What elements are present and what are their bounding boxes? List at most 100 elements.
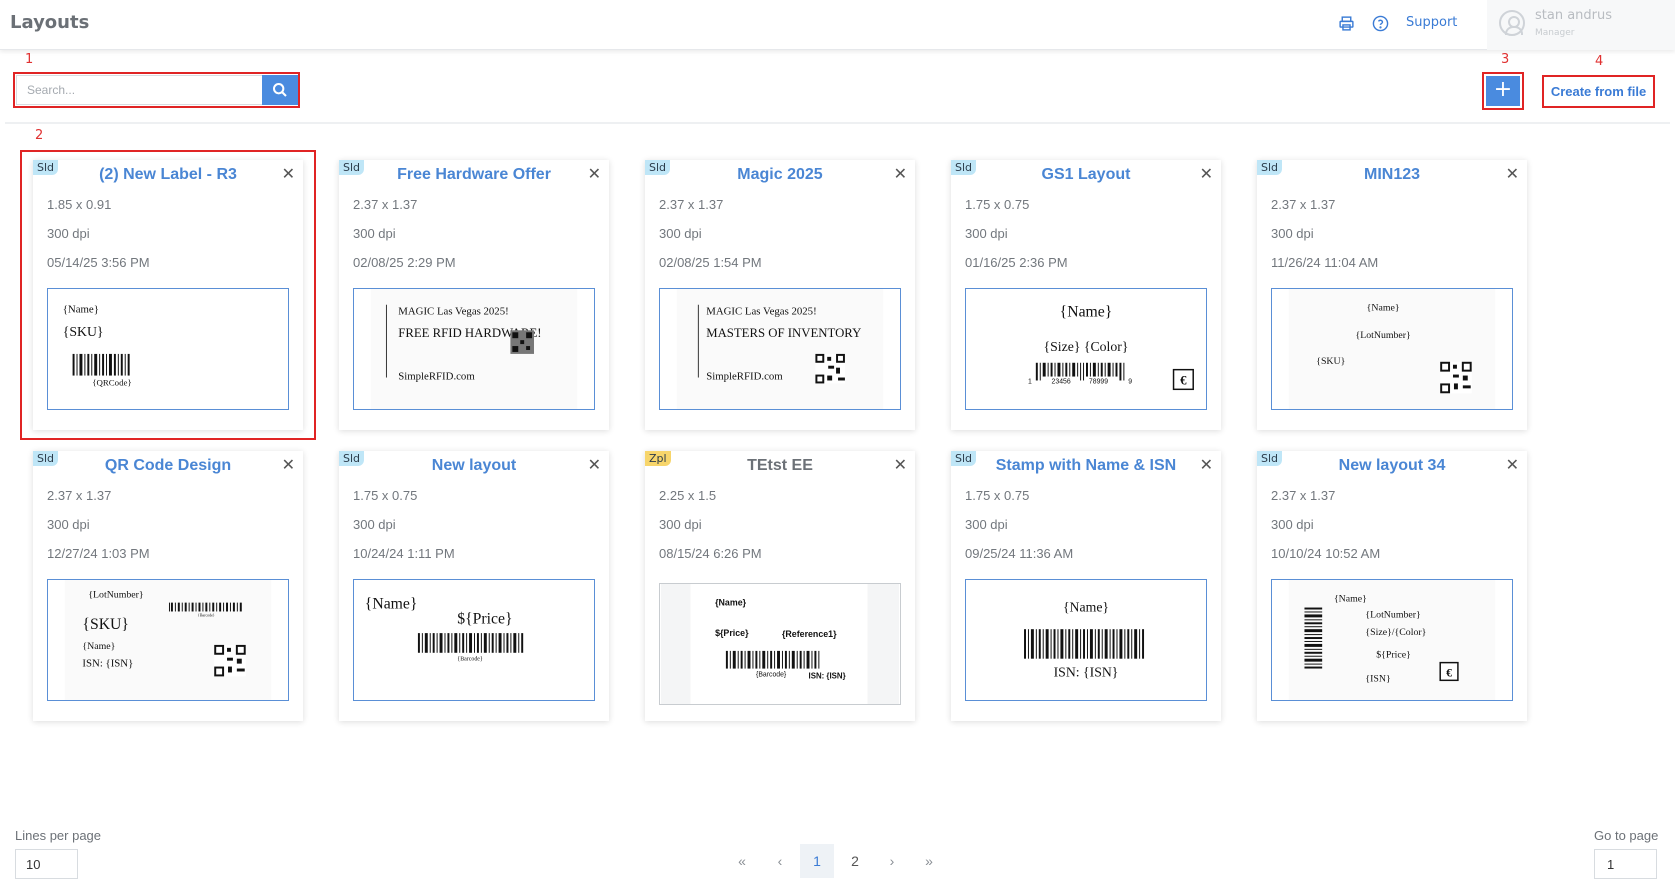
preview-text: {Name} xyxy=(82,641,115,652)
card-title[interactable]: Free Hardware Offer xyxy=(369,166,579,184)
barcode-graphic xyxy=(1024,629,1145,659)
card-size: 2.37 x 1.37 xyxy=(1271,488,1336,503)
preview-text: {LotNumber} xyxy=(88,590,143,601)
annotation-1: 1 xyxy=(25,52,34,67)
last-page-button[interactable]: » xyxy=(917,844,941,878)
close-icon[interactable]: ✕ xyxy=(1506,164,1519,183)
label-preview: {Name} ISN: {ISN} xyxy=(965,579,1207,701)
help-circle-icon[interactable] xyxy=(1372,15,1390,33)
close-icon[interactable]: ✕ xyxy=(282,455,295,474)
card-title[interactable]: GS1 Layout xyxy=(981,166,1191,184)
preview-text: 78999 xyxy=(1089,378,1108,385)
layout-card[interactable]: Sld GS1 Layout ✕ 1.75 x 0.75 300 dpi 01/… xyxy=(951,160,1221,430)
layout-card[interactable]: Zpl TEtst EE ✕ 2.25 x 1.5 300 dpi 08/15/… xyxy=(645,451,915,721)
toolbar-divider xyxy=(5,122,1670,124)
user-menu[interactable]: stan andrus Manager xyxy=(1487,0,1675,50)
preview-text: {Name} xyxy=(365,596,418,613)
go-to-page-label: Go to page xyxy=(1594,828,1659,843)
support-link[interactable]: Support xyxy=(1406,15,1457,30)
card-dpi: 300 dpi xyxy=(47,226,90,241)
card-dpi: 300 dpi xyxy=(1271,226,1314,241)
preview-text: {SKU} xyxy=(63,324,104,339)
label-preview: {Name} {Size} {Color} 1 23456 78999 9 € xyxy=(965,288,1207,410)
close-icon[interactable]: ✕ xyxy=(282,164,295,183)
layout-card[interactable]: Sld MIN123 ✕ 2.37 x 1.37 300 dpi 11/26/2… xyxy=(1257,160,1527,430)
close-icon[interactable]: ✕ xyxy=(1200,455,1213,474)
close-icon[interactable]: ✕ xyxy=(1506,455,1519,474)
preview-text: {Barcode} xyxy=(756,671,787,678)
lines-per-page-input[interactable] xyxy=(15,849,78,879)
card-date: 01/16/25 2:36 PM xyxy=(965,255,1068,270)
preview-text: 9 xyxy=(1128,378,1132,385)
qr-code-graphic xyxy=(214,644,246,677)
page-title: Layouts xyxy=(10,12,90,33)
card-date: 10/24/24 1:11 PM xyxy=(353,546,455,561)
layout-card[interactable]: Sld Free Hardware Offer ✕ 2.37 x 1.37 30… xyxy=(339,160,609,430)
preview-text: 1 xyxy=(1028,378,1032,385)
annotation-2: 2 xyxy=(35,128,44,143)
add-layout-button[interactable]: + xyxy=(1486,76,1520,106)
preview-text: ${Price} xyxy=(457,610,512,627)
close-icon[interactable]: ✕ xyxy=(588,455,601,474)
epc-logo-icon: € xyxy=(1172,368,1194,391)
preview-text: {LotNumber} xyxy=(1365,609,1420,620)
layout-card[interactable]: Sld New layout 34 ✕ 2.37 x 1.37 300 dpi … xyxy=(1257,451,1527,721)
label-preview: MAGIC Las Vegas 2025! MASTERS OF INVENTO… xyxy=(659,288,901,410)
card-date: 02/08/25 2:29 PM xyxy=(353,255,456,270)
avatar-icon xyxy=(1499,10,1525,36)
card-title[interactable]: TEtst EE xyxy=(675,457,885,475)
card-size: 1.75 x 0.75 xyxy=(353,488,418,503)
next-page-button[interactable]: › xyxy=(880,844,904,878)
card-date: 08/15/24 6:26 PM xyxy=(659,546,762,561)
card-date: 12/27/24 1:03 PM xyxy=(47,546,150,561)
page-button-2[interactable]: 2 xyxy=(843,844,867,878)
barcode-graphic xyxy=(1035,362,1125,381)
preview-text: ISN: {ISN} xyxy=(1054,664,1119,679)
card-date: 09/25/24 11:36 AM xyxy=(965,546,1074,561)
prev-page-button[interactable]: ‹ xyxy=(768,844,792,878)
first-page-button[interactable]: « xyxy=(730,844,754,878)
label-preview: {Name} {LotNumber} {Size}/{Color} ${Pric… xyxy=(1271,579,1513,701)
card-date: 02/08/25 1:54 PM xyxy=(659,255,762,270)
go-to-page-input[interactable] xyxy=(1594,849,1657,879)
user-name: stan andrus xyxy=(1535,8,1613,23)
preview-text: SimpleRFID.com xyxy=(398,370,475,382)
card-title[interactable]: Magic 2025 xyxy=(675,166,885,184)
layout-card[interactable]: Sld (2) New Label - R3 ✕ 1.85 x 0.91 300… xyxy=(33,160,303,430)
preview-text: ${Price} xyxy=(1376,650,1411,661)
preview-text: {LotNumber} xyxy=(1355,330,1410,341)
layout-card[interactable]: Sld Stamp with Name & ISN ✕ 1.75 x 0.75 … xyxy=(951,451,1221,721)
card-size: 1.75 x 0.75 xyxy=(965,197,1030,212)
card-title[interactable]: QR Code Design xyxy=(63,457,273,475)
preview-text: {Barcode} xyxy=(198,612,215,617)
close-icon[interactable]: ✕ xyxy=(588,164,601,183)
card-date: 05/14/25 3:56 PM xyxy=(47,255,150,270)
type-tag: Sld xyxy=(1257,451,1283,466)
user-role: Manager xyxy=(1535,28,1575,38)
search-input[interactable] xyxy=(16,75,262,105)
card-title[interactable]: New layout 34 xyxy=(1287,457,1497,475)
barcode-graphic xyxy=(72,353,130,376)
card-date: 11/26/24 11:04 AM xyxy=(1271,255,1379,270)
close-icon[interactable]: ✕ xyxy=(894,455,907,474)
type-tag: Sld xyxy=(339,160,365,175)
close-icon[interactable]: ✕ xyxy=(1200,164,1213,183)
search-button[interactable] xyxy=(262,75,298,105)
card-title[interactable]: New layout xyxy=(369,457,579,475)
svg-text:€: € xyxy=(1180,373,1187,387)
card-title[interactable]: (2) New Label - R3 xyxy=(63,166,273,184)
barcode-graphic xyxy=(1304,607,1323,669)
preview-text: {Size} {Color} xyxy=(1044,339,1129,354)
printer-icon[interactable] xyxy=(1338,15,1356,33)
card-dpi: 300 dpi xyxy=(353,226,396,241)
layout-card[interactable]: Sld QR Code Design ✕ 2.37 x 1.37 300 dpi… xyxy=(33,451,303,721)
card-title[interactable]: MIN123 xyxy=(1287,166,1497,184)
close-icon[interactable]: ✕ xyxy=(894,164,907,183)
layout-card[interactable]: Sld Magic 2025 ✕ 2.37 x 1.37 300 dpi 02/… xyxy=(645,160,915,430)
create-from-file-button[interactable]: Create from file xyxy=(1542,75,1655,108)
layout-card[interactable]: Sld New layout ✕ 1.75 x 0.75 300 dpi 10/… xyxy=(339,451,609,721)
page-button-1[interactable]: 1 xyxy=(800,844,834,878)
label-preview: {Name} {SKU} {QRCode} xyxy=(47,288,289,410)
type-tag: Sld xyxy=(33,160,59,175)
card-title[interactable]: Stamp with Name & ISN xyxy=(981,457,1191,475)
